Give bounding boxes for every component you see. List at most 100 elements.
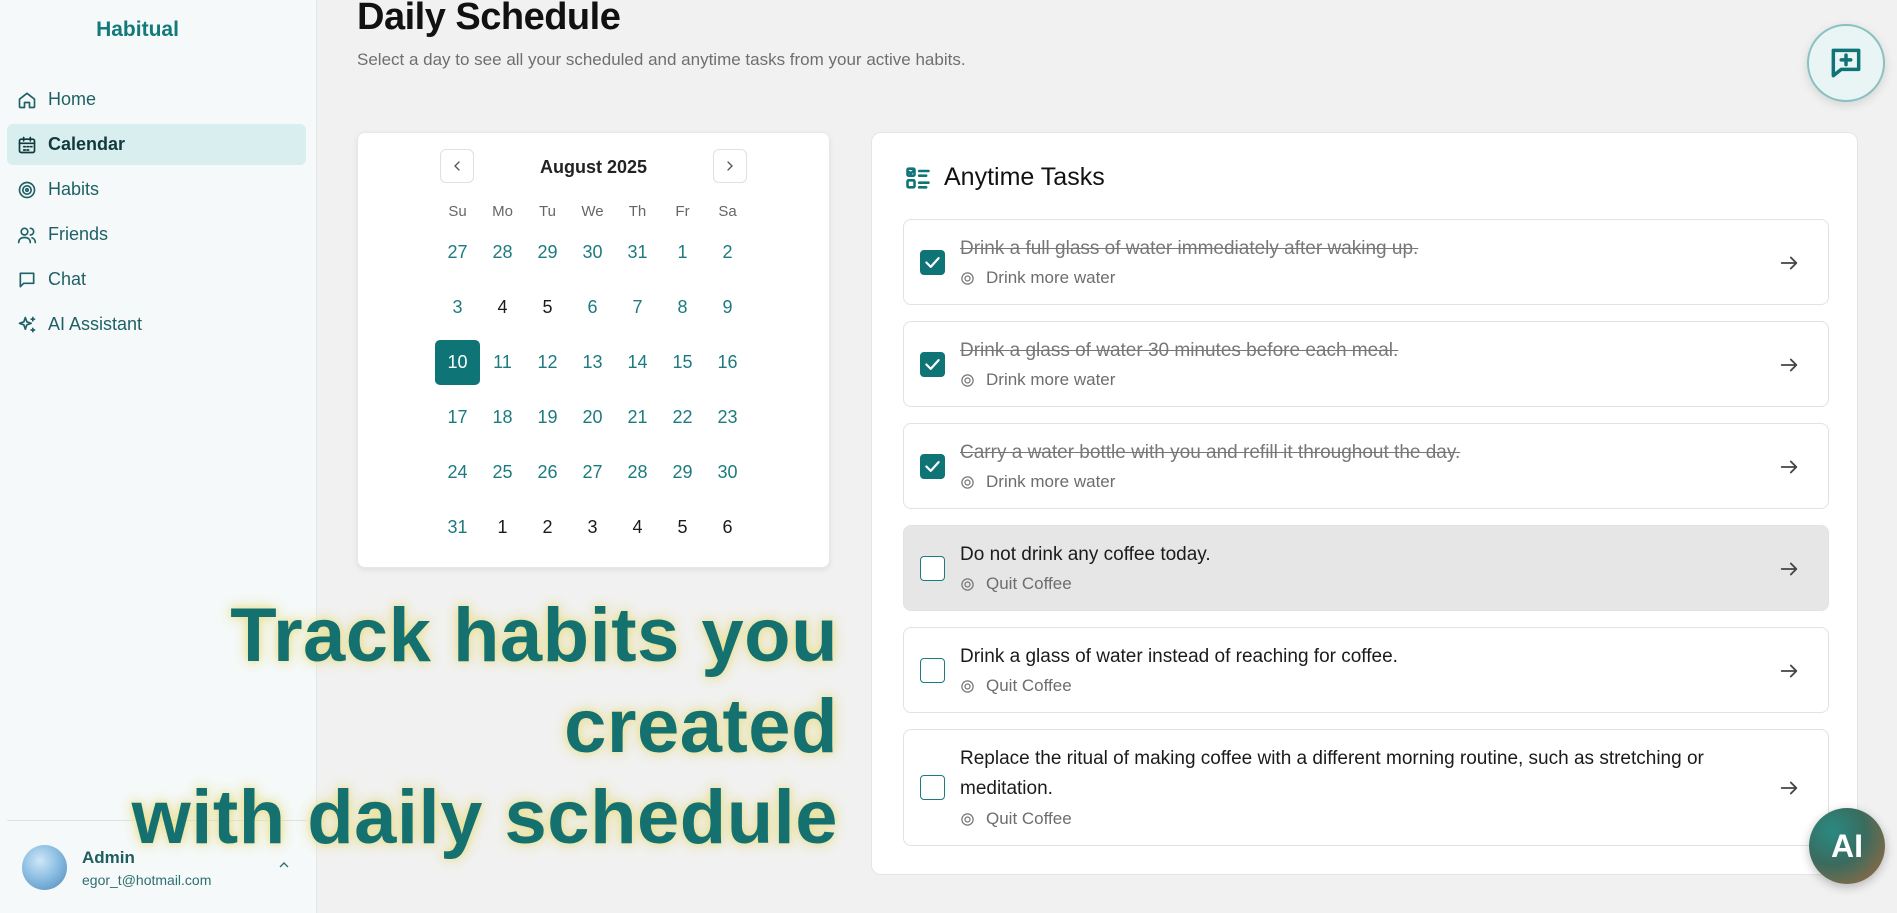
task-habit: Drink more water — [960, 472, 1115, 492]
calendar-day[interactable]: 5 — [660, 500, 705, 555]
calendar-day[interactable]: 13 — [570, 335, 615, 390]
calendar-day[interactable]: 28 — [615, 445, 660, 500]
task-title: Drink a glass of water instead of reachi… — [960, 646, 1398, 667]
calendar-day[interactable]: 6 — [705, 500, 750, 555]
sidebar-item-ai-assistant[interactable]: AI Assistant — [7, 304, 306, 345]
calendar-day-number: 18 — [492, 407, 513, 427]
task-title: Drink a full glass of water immediately … — [960, 238, 1419, 259]
sidebar-item-home[interactable]: Home — [7, 79, 306, 120]
calendar-day[interactable]: 17 — [435, 390, 480, 445]
calendar-day-number: 31 — [447, 517, 468, 537]
task-habit: Drink more water — [960, 268, 1115, 288]
calendar-day[interactable]: 23 — [705, 390, 750, 445]
calendar-day[interactable]: 27 — [570, 445, 615, 500]
calendar-day[interactable]: 2 — [525, 500, 570, 555]
calendar-day[interactable]: 7 — [615, 280, 660, 335]
task-checkbox[interactable] — [920, 556, 945, 581]
arrow-right-icon[interactable] — [1778, 660, 1800, 682]
calendar-day[interactable]: 26 — [525, 445, 570, 500]
calendar-day[interactable]: 22 — [660, 390, 705, 445]
calendar-day[interactable]: 30 — [570, 225, 615, 280]
calendar-day-number: 8 — [677, 297, 688, 317]
arrow-right-icon[interactable] — [1778, 777, 1800, 799]
task-checkbox[interactable] — [920, 775, 945, 800]
calendar-day-number: 21 — [627, 407, 648, 427]
calendar-day[interactable]: 25 — [480, 445, 525, 500]
sidebar-item-calendar[interactable]: Calendar — [7, 124, 306, 165]
calendar-day[interactable]: 18 — [480, 390, 525, 445]
calendar-day[interactable]: 27 — [435, 225, 480, 280]
calendar-day[interactable]: 15 — [660, 335, 705, 390]
task-checkbox[interactable] — [920, 454, 945, 479]
calendar-day[interactable]: 4 — [615, 500, 660, 555]
arrow-right-icon[interactable] — [1778, 558, 1800, 580]
calendar-card: August 2025 Su Mo Tu We Th Fr Sa 27 28 29 30 31 1 2 3 4… — [357, 132, 830, 568]
calendar-day-number: 6 — [587, 297, 598, 317]
calendar-day[interactable]: 2 — [705, 225, 750, 280]
calendar-day[interactable]: 16 — [705, 335, 750, 390]
task-item[interactable]: Do not drink any coffee today. Quit Coff… — [903, 525, 1829, 611]
task-item[interactable]: Carry a water bottle with you and refill… — [903, 423, 1829, 509]
calendar-day[interactable]: 29 — [525, 225, 570, 280]
calendar-day[interactable]: 29 — [660, 445, 705, 500]
calendar-day[interactable]: 14 — [615, 335, 660, 390]
calendar-day[interactable]: 1 — [480, 500, 525, 555]
calendar-day-number: 30 — [582, 242, 603, 262]
brand-logo[interactable]: Habitual — [0, 18, 275, 42]
calendar-day[interactable]: 30 — [705, 445, 750, 500]
sidebar-item-chat[interactable]: Chat — [7, 259, 306, 300]
task-checkbox[interactable] — [920, 352, 945, 377]
calendar-day-number: 31 — [627, 242, 648, 262]
sidebar-item-habits[interactable]: Habits — [7, 169, 306, 210]
task-item[interactable]: Replace the ritual of making coffee with… — [903, 729, 1829, 846]
task-habit: Quit Coffee — [960, 574, 1072, 594]
task-checkbox[interactable] — [920, 658, 945, 683]
calendar-day-number: 3 — [452, 297, 463, 317]
user-email: egor_t@hotmail.com — [82, 871, 212, 888]
calendar-day-number: 12 — [537, 352, 558, 372]
arrow-right-icon[interactable] — [1778, 456, 1800, 478]
users-icon — [17, 225, 37, 245]
weekday-label: Th — [628, 203, 647, 220]
calendar-day[interactable]: 31 — [435, 500, 480, 555]
task-item[interactable]: Drink a glass of water instead of reachi… — [903, 627, 1829, 713]
task-checkbox[interactable] — [920, 250, 945, 275]
prev-month-button[interactable] — [440, 149, 474, 183]
calendar-day[interactable]: 5 — [525, 280, 570, 335]
calendar-day[interactable]: 9 — [705, 280, 750, 335]
calendar-day-number: 1 — [677, 242, 688, 262]
task-title: Replace the ritual of making coffee with… — [960, 748, 1704, 799]
calendar-day[interactable]: 3 — [570, 500, 615, 555]
calendar-day[interactable]: 4 — [480, 280, 525, 335]
calendar-day[interactable]: 31 — [615, 225, 660, 280]
chevron-left-icon — [454, 161, 460, 171]
calendar-day[interactable]: 21 — [615, 390, 660, 445]
calendar-day[interactable]: 28 — [480, 225, 525, 280]
calendar-day[interactable]: 6 — [570, 280, 615, 335]
target-icon — [961, 577, 974, 591]
ai-assistant-button[interactable]: AI — [1809, 808, 1885, 884]
calendar-day[interactable]: 19 — [525, 390, 570, 445]
task-item[interactable]: Drink a glass of water 30 minutes before… — [903, 321, 1829, 407]
sidebar-item-label: Habits — [48, 179, 100, 199]
arrow-right-icon[interactable] — [1778, 252, 1800, 274]
promo-headline: Track habits you created with daily sche… — [30, 590, 838, 863]
calendar-day[interactable]: 1 — [660, 225, 705, 280]
home-icon — [17, 90, 37, 110]
calendar-day[interactable]: 10 — [435, 335, 480, 390]
next-month-button[interactable] — [713, 149, 747, 183]
calendar-day-number: 22 — [672, 407, 693, 427]
calendar-day-number: 10 — [435, 340, 480, 385]
calendar-day[interactable]: 11 — [480, 335, 525, 390]
calendar-day[interactable]: 20 — [570, 390, 615, 445]
feedback-button[interactable] — [1807, 24, 1885, 102]
calendar-day[interactable]: 24 — [435, 445, 480, 500]
calendar-day[interactable]: 8 — [660, 280, 705, 335]
calendar-day[interactable]: 12 — [525, 335, 570, 390]
calendar-day-number: 17 — [447, 407, 468, 427]
task-item[interactable]: Drink a full glass of water immediately … — [903, 219, 1829, 305]
calendar-day[interactable]: 3 — [435, 280, 480, 335]
sidebar-item-friends[interactable]: Friends — [7, 214, 306, 255]
arrow-right-icon[interactable] — [1778, 354, 1800, 376]
check-icon — [925, 461, 940, 472]
